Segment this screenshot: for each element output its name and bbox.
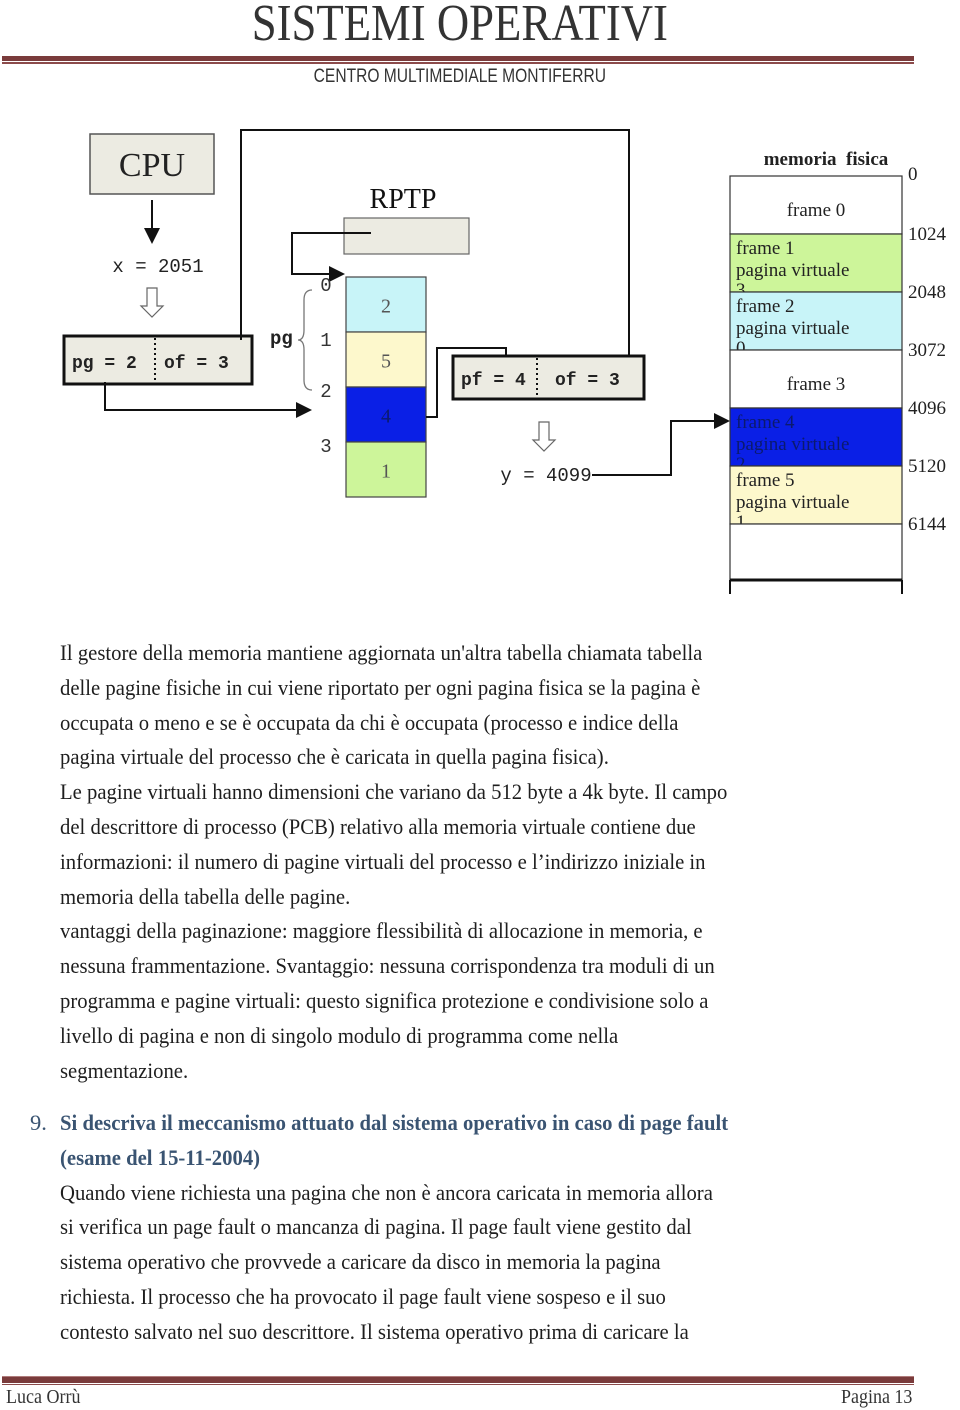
page-index-label: pg bbox=[270, 328, 293, 350]
physical-address-to-memory-arrow bbox=[592, 413, 730, 476]
memory-address: 6144 bbox=[908, 514, 947, 535]
memory-frame-label: frame 4 bbox=[736, 412, 795, 433]
paging-diagram: CPU x = 2051 pg = 2 of = 3 RPTP 2 0 5 1 4 2 1 3… bbox=[0, 120, 960, 600]
text-line: pagina virtuale del processo che è caric… bbox=[60, 744, 609, 770]
header-rule-thin bbox=[2, 62, 914, 64]
text-line: contesto salvato nel suo descrittore. Il… bbox=[60, 1318, 689, 1344]
pg-to-table-arrow bbox=[104, 382, 312, 418]
body-paragraphs: Il gestore della memoria mantiene aggior… bbox=[60, 636, 920, 1088]
memory-address: 3072 bbox=[908, 340, 946, 361]
page-index-brace bbox=[297, 289, 313, 391]
memory-frame-sublabel: pagina virtuale bbox=[736, 260, 849, 281]
text-line: occupata o meno e se è occupata da chi è… bbox=[60, 709, 679, 735]
memory-address: 1024 bbox=[908, 224, 947, 245]
text-line: Quando viene richiesta una pagina che no… bbox=[60, 1179, 713, 1205]
page-table-frame-number: 5 bbox=[381, 351, 391, 373]
hollow-down-arrow-icon bbox=[139, 287, 165, 318]
memory-frame-sublabel: pagina virtuale bbox=[736, 318, 849, 339]
page-table-frame-number: 1 bbox=[381, 461, 391, 483]
question-number: 9. bbox=[30, 1110, 47, 1135]
memory-address: 2048 bbox=[908, 282, 946, 303]
paging-diagram-svg: CPU x = 2051 pg = 2 of = 3 RPTP 2 0 5 1 4 2 1 3… bbox=[62, 129, 947, 594]
footer-rule-thin bbox=[2, 1384, 914, 1385]
page-table-index: 1 bbox=[320, 330, 331, 352]
document-header-title: SISTEMI OPERATIVI bbox=[251, 0, 668, 52]
text-line: (esame del 15-11-2004) bbox=[60, 1144, 261, 1170]
footer-author: Luca Orrù bbox=[6, 1386, 81, 1408]
physical-memory: frame 0frame 1pagina virtuale3frame 2pag… bbox=[729, 164, 947, 594]
memory-frame-label: frame 2 bbox=[736, 296, 795, 317]
question-title: Si descriva il meccanismo attuato dal si… bbox=[30, 1106, 930, 1176]
text-line: delle pagine fisiche in cui viene riport… bbox=[60, 674, 701, 700]
memory-frame-sublabel: pagina virtuale bbox=[736, 434, 849, 455]
question-section: 9. Si descriva il meccanismo attuato dal… bbox=[30, 1106, 930, 1350]
rptp-register bbox=[343, 217, 470, 255]
memory-title: memoria fisica bbox=[764, 149, 889, 170]
footer-page-number: Pagina 13 bbox=[840, 1386, 912, 1408]
text-line: informazioni: il numero di pagine virtua… bbox=[60, 848, 706, 874]
page-table-index: 3 bbox=[320, 436, 331, 458]
memory-free-region bbox=[729, 523, 903, 581]
text-line: segmentazione. bbox=[60, 1057, 189, 1083]
page-table-index: 0 bbox=[320, 275, 331, 297]
text-line: nessuna frammentazione. Svantaggio: ness… bbox=[60, 953, 715, 979]
cpu-label: CPU bbox=[119, 147, 185, 184]
header-rule bbox=[2, 56, 914, 61]
memory-frame-sublabel: pagina virtuale bbox=[736, 492, 849, 513]
page-table-frame-number: 2 bbox=[381, 296, 391, 318]
text-line: livello di pagina e non di singolo modul… bbox=[60, 1022, 619, 1048]
memory-address: 0 bbox=[908, 164, 918, 185]
memory-address: 4096 bbox=[908, 398, 946, 419]
question-answer: Quando viene richiesta una pagina che no… bbox=[30, 1176, 930, 1350]
text-line: sistema operativo che provvede a caricar… bbox=[60, 1249, 661, 1275]
memory-frame-label: frame 3 bbox=[787, 374, 846, 395]
text-line: Le pagine virtuali hanno dimensioni che … bbox=[60, 779, 728, 805]
memory-frame-label: frame 1 bbox=[736, 238, 795, 259]
text-line: programma e pagine virtuali: questo sign… bbox=[60, 987, 709, 1013]
hollow-down-arrow-icon bbox=[531, 421, 557, 452]
text-line: si verifica un page fault o mancanza di … bbox=[60, 1214, 692, 1240]
text-line: del descrittore di processo (PCB) relati… bbox=[60, 813, 696, 839]
text-line: richiesta. Il processo che ha provocato … bbox=[60, 1283, 666, 1309]
rptp-label: RPTP bbox=[370, 184, 437, 215]
text-line: vantaggi della paginazione: maggiore fle… bbox=[60, 918, 703, 944]
logical-address-label: x = 2051 bbox=[112, 256, 203, 278]
memory-frame-label: frame 0 bbox=[787, 200, 846, 221]
memory-frame-label: frame 5 bbox=[736, 470, 795, 491]
footer-rule bbox=[2, 1376, 914, 1383]
page-table-frame-number: 4 bbox=[381, 406, 391, 428]
text-line: Si descriva il meccanismo attuato dal si… bbox=[60, 1110, 729, 1135]
physical-address-label: y = 4099 bbox=[500, 465, 591, 487]
memory-address: 5120 bbox=[908, 456, 946, 477]
page-table-index: 2 bbox=[320, 381, 331, 403]
physical-pf-field: pf = 4 bbox=[461, 371, 526, 391]
text-line: memoria della tabella delle pagine. bbox=[60, 883, 351, 909]
physical-of-field: of = 3 bbox=[555, 371, 620, 391]
logical-pg-field: pg = 2 bbox=[72, 354, 137, 374]
text-line: Il gestore della memoria mantiene aggior… bbox=[60, 640, 703, 665]
document-header-subtitle: CENTRO MULTIMEDIALE MONTIFERRU bbox=[313, 66, 606, 87]
page-table: 2 0 5 1 4 2 1 3 bbox=[320, 275, 427, 498]
logical-of-field: of = 3 bbox=[164, 354, 229, 374]
